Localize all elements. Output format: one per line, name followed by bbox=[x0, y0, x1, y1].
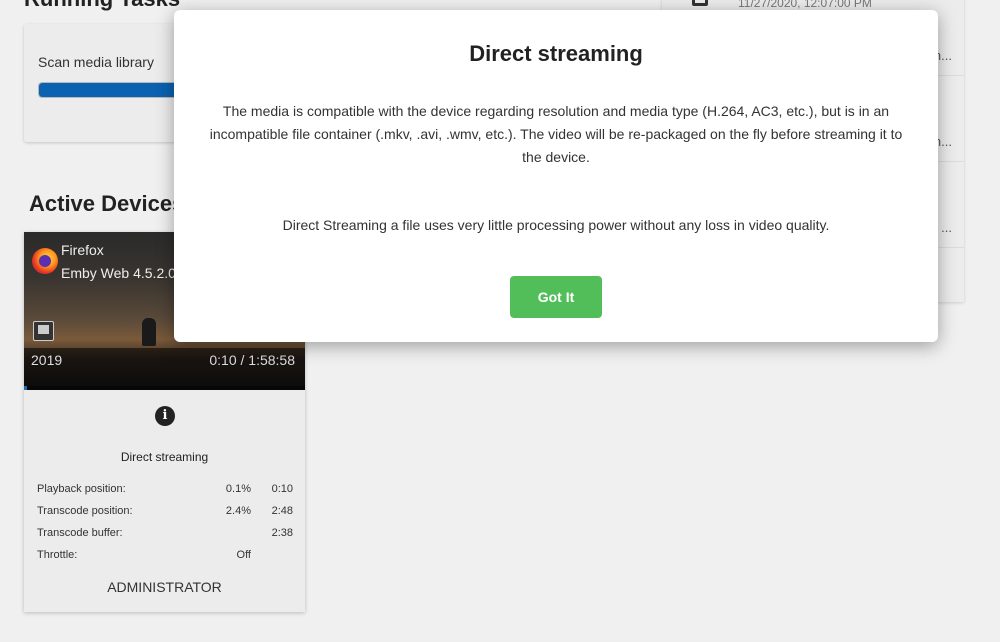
dialog-title: Direct streaming bbox=[469, 41, 643, 66]
dialog-note-text: Direct Streaming a file uses very little… bbox=[282, 217, 830, 233]
direct-streaming-dialog: Direct streaming The media is compatible… bbox=[174, 10, 938, 342]
dialog-body-text: The media is compatible with the device … bbox=[209, 103, 903, 165]
got-it-button[interactable]: Got It bbox=[510, 276, 602, 318]
